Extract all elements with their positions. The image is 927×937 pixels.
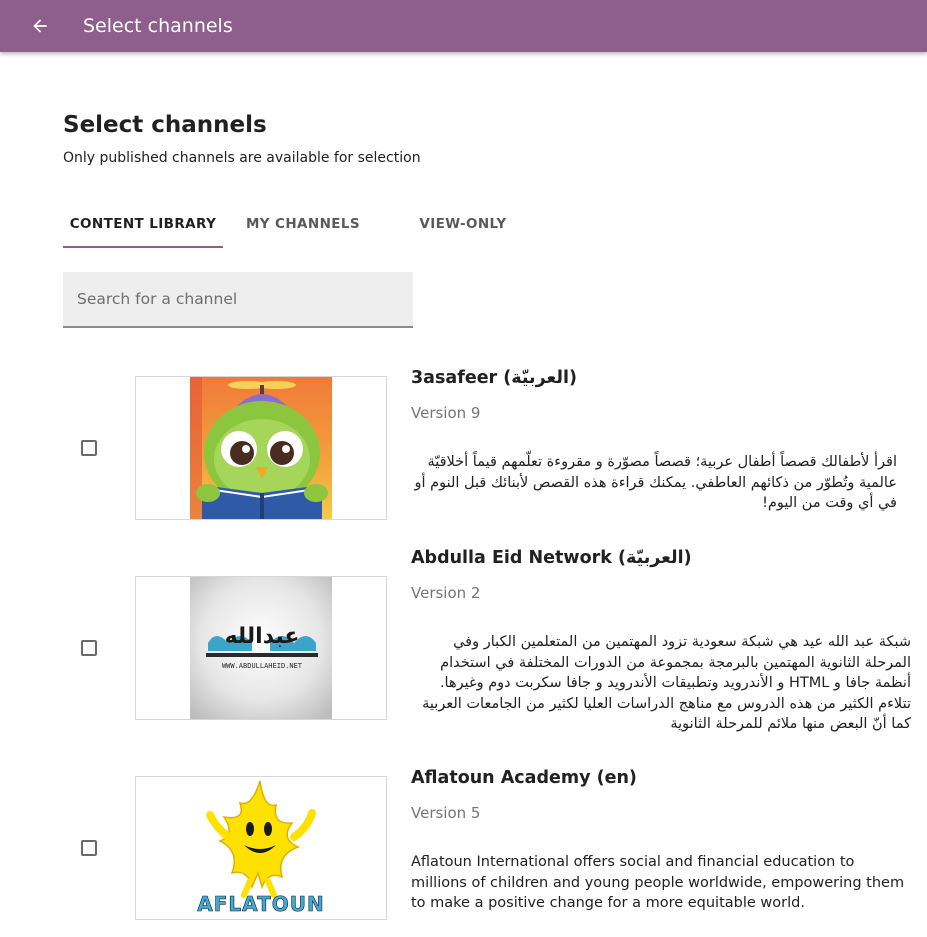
app-bar-title: Select channels: [83, 15, 233, 37]
channel-version: Version 9: [411, 404, 481, 422]
arrow-back-icon: [33, 19, 47, 33]
aflatoun-wordmark: AFLATOUN: [197, 892, 324, 916]
channel-thumbnail-3asafeer: [135, 376, 387, 520]
channel-checkbox-3asafeer[interactable]: [81, 440, 97, 456]
channel-checkbox-aflatoun[interactable]: [81, 840, 97, 856]
tab-my-channels[interactable]: MY CHANNELS: [238, 204, 368, 248]
logo-url-text: WWW.ABDULLAHEID.NET: [222, 662, 303, 670]
channel-description: شبكة عبد الله عيد هي شبكة سعودية تزود ال…: [422, 634, 911, 732]
search-field: [63, 272, 413, 328]
channel-thumbnail-abdulla-eid: عبدالله WWW.ABDULLAHEID.NET: [135, 576, 387, 720]
channel-checkbox-abdulla-eid[interactable]: [81, 640, 97, 656]
abdullaeid-logo-image: عبدالله WWW.ABDULLAHEID.NET: [190, 577, 332, 719]
channel-title: Abdulla Eid Network (العربيّة): [411, 548, 692, 568]
channel-title: Aflatoun Academy (en): [411, 768, 637, 788]
channel-version: Version 5: [411, 804, 481, 822]
back-button[interactable]: [26, 12, 54, 40]
channel-title: 3asafeer (العربيّة): [411, 368, 577, 388]
page-subtitle: Only published channels are available fo…: [63, 150, 421, 166]
search-input[interactable]: [75, 272, 399, 326]
aflatoun-flame-mascot-image: AFLATOUN: [136, 777, 386, 919]
tab-content-library[interactable]: CONTENT LIBRARY: [63, 204, 223, 248]
channel-description: Aflatoun International offers social and…: [411, 854, 905, 911]
channel-version: Version 2: [411, 584, 481, 602]
channel-description: اقرأ لأطفالك قصصاً أطفال عربية؛ قصصاً مص…: [414, 454, 897, 511]
page-title: Select channels: [63, 112, 267, 138]
channel-thumbnail-aflatoun: AFLATOUN: [135, 776, 387, 920]
logo-arabic-text: عبدالله: [225, 624, 300, 649]
owl-reading-book-image: [190, 377, 332, 519]
app-bar: Select channels: [0, 0, 927, 52]
tab-view-only[interactable]: VIEW-ONLY: [405, 204, 521, 248]
